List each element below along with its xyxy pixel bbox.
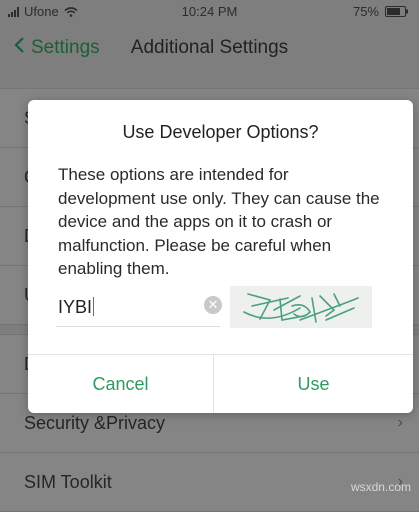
clear-icon[interactable]: ✕	[204, 296, 222, 314]
dialog-message: These options are intended for developme…	[58, 165, 380, 278]
dialog-title: Use Developer Options?	[122, 122, 319, 142]
developer-options-dialog: Use Developer Options? These options are…	[28, 100, 413, 413]
cancel-button[interactable]: Cancel	[28, 355, 213, 413]
list-item-label: SIM Toolkit	[24, 472, 112, 492]
battery-icon	[385, 6, 409, 17]
status-bar: Ufone 10:24 PM 75%	[0, 0, 419, 22]
chevron-right-icon: ›	[397, 414, 403, 431]
list-item-label: Security &Privacy	[24, 413, 166, 433]
battery-percent: 75%	[352, 4, 379, 19]
battery-group: 75%	[353, 4, 409, 19]
nav-bar: Settings Additional Settings	[0, 22, 419, 72]
page-title: Additional Settings	[130, 37, 289, 58]
captcha-image[interactable]	[230, 286, 372, 328]
watermark: wsxdn.com	[350, 480, 411, 494]
use-button[interactable]: Use	[214, 355, 413, 413]
code-input-value: IYBI	[58, 297, 95, 317]
verification-code-input[interactable]: IYBI ✕	[56, 290, 222, 327]
